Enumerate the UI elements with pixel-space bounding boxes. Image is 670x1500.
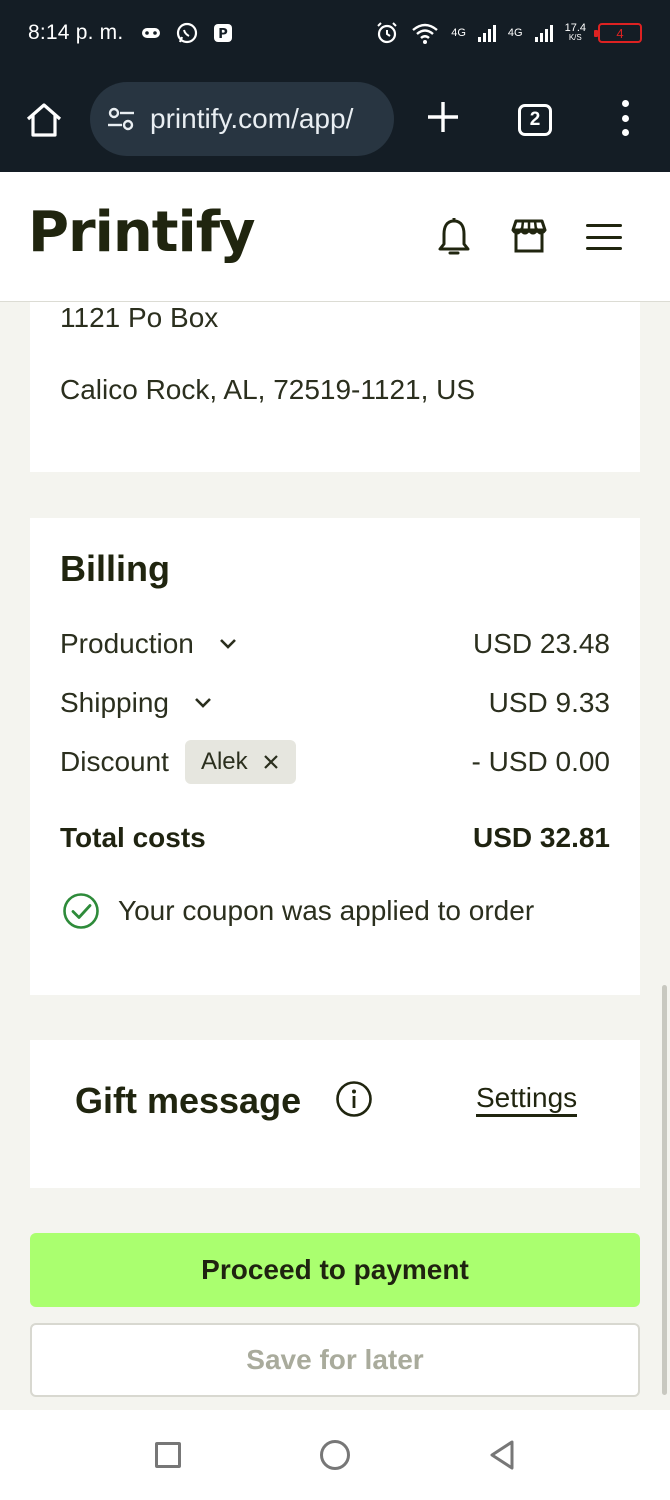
gift-message-title: Gift message [75,1080,302,1121]
url-text[interactable]: printify.com/app/ [150,103,353,135]
notifications-bell-icon[interactable] [436,216,472,258]
alarm-icon [377,22,397,44]
remove-coupon-icon[interactable] [262,753,280,771]
proceed-to-payment-button[interactable]: Proceed to payment [30,1233,640,1307]
wifi-icon [412,23,438,44]
browser-menu-icon[interactable] [618,100,632,136]
chevron-down-icon[interactable] [193,696,213,710]
status-time: 8:14 p. m. [28,21,124,44]
browser-toolbar: printify.com/app/ 2 [0,66,670,172]
app-badge-icon: P [214,24,233,42]
game-controller-icon [142,28,161,38]
whatsapp-icon [177,22,198,44]
coupon-message-text: Your coupon was applied to order [118,895,535,926]
billing-title: Billing [60,548,170,589]
production-value: USD 23.48 [473,628,610,659]
android-navigation-bar [0,1410,670,1500]
shipping-label[interactable]: Shipping [60,687,169,719]
svg-text:P: P [219,27,229,42]
address-bar[interactable]: printify.com/app/ [90,82,394,156]
billing-card: Billing Production USD 23.48 Shipping US… [30,518,640,995]
discount-label: Discount [60,746,169,777]
total-label: Total costs [60,822,206,853]
check-circle-icon [63,893,99,929]
home-icon[interactable] [24,102,64,138]
production-label[interactable]: Production [60,628,194,660]
coupon-applied-message: Your coupon was applied to order [62,892,534,930]
back-icon[interactable] [488,1439,516,1471]
app-header: Printify [0,172,670,302]
address-line-2: Calico Rock, AL, 72519-1121, US [60,374,476,405]
shipping-value: USD 9.33 [488,687,610,718]
network-label-2: 4G [507,27,523,39]
hamburger-menu-icon[interactable] [586,224,622,250]
coupon-code: Alek [200,748,248,775]
save-for-later-button[interactable]: Save for later [30,1323,640,1397]
total-row: Total costs USD 32.81 [60,818,610,858]
gift-settings-link[interactable]: Settings [476,1082,578,1117]
battery-indicator: 4 [594,23,642,43]
signal-bars-icon [477,24,496,42]
production-row[interactable]: Production USD 23.48 [60,624,610,664]
tab-switcher-button[interactable]: 2 [518,104,552,136]
network-speed: 17.4 K/S [564,22,586,43]
store-icon[interactable] [510,218,548,254]
address-line-1: 1121 Po Box [60,302,219,333]
network-label-1: 4G [451,27,466,39]
page-scrollbar[interactable] [662,985,667,1395]
signal-bars-icon-2 [534,24,553,42]
system-icons: 4G 4G 17.4 K/S 4 [375,21,642,45]
status-bar: 8:14 p. m. P 4G 4G 17.4 K/S 4 [0,0,670,66]
shipping-address-card: 1121 Po Box Calico Rock, AL, 72519-1121,… [30,302,640,472]
info-icon[interactable] [335,1080,373,1118]
total-value: USD 32.81 [473,822,610,853]
gift-message-card: Gift message Settings [30,1040,640,1188]
discount-row: Discount Alek - USD 0.00 [60,740,611,784]
discount-value: - USD 0.00 [471,746,611,777]
printify-logo[interactable]: Printify [28,200,256,265]
notification-icons: P [141,21,233,45]
new-tab-icon[interactable] [426,100,460,134]
coupon-chip: Alek [184,740,296,784]
chevron-down-icon[interactable] [218,637,238,651]
recent-apps-icon[interactable] [155,1442,181,1468]
site-settings-icon[interactable] [106,104,136,134]
home-nav-icon[interactable] [320,1440,350,1470]
shipping-row[interactable]: Shipping USD 9.33 [60,683,610,723]
